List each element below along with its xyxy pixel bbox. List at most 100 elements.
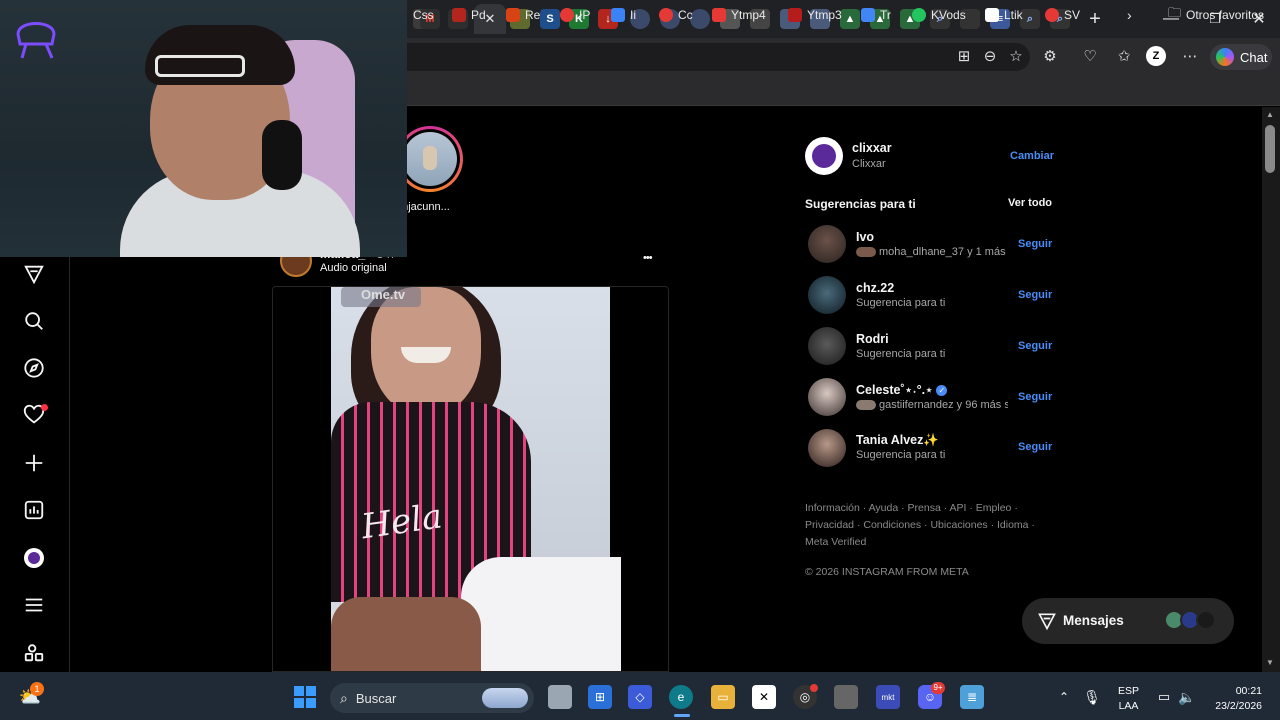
suggestion-avatar[interactable]	[808, 429, 846, 467]
current-user-avatar[interactable]	[805, 137, 843, 175]
bookmark-icon	[452, 8, 466, 22]
dashboard-icon[interactable]	[22, 498, 46, 522]
store-icon[interactable]: ⊞	[588, 685, 612, 709]
new-tab-button[interactable]: +	[1084, 8, 1106, 30]
menu-hamburger-icon[interactable]	[22, 593, 46, 617]
scroll-down-icon[interactable]: ▼	[1266, 658, 1274, 667]
favorite-star-icon[interactable]: ☆	[1006, 46, 1026, 66]
zoom-icon[interactable]: ⊖	[980, 46, 1000, 66]
suggestion-avatar[interactable]	[808, 327, 846, 365]
explore-icon[interactable]	[22, 356, 46, 380]
windows-start-icon[interactable]	[293, 685, 317, 709]
bookmark-pd[interactable]: Pd	[452, 6, 486, 24]
other-favorites[interactable]: 🗀 Otros favoritos	[1168, 5, 1264, 24]
capcut-icon[interactable]: ✕	[752, 685, 776, 709]
suggestion-username[interactable]: Rodri	[856, 332, 889, 346]
suggestion-username[interactable]: Tania Alvez✨	[856, 433, 939, 448]
chat-label: Chat	[1240, 49, 1268, 65]
tab-icon[interactable]	[690, 9, 710, 29]
search-placeholder: Buscar	[355, 690, 397, 706]
footer-links-2[interactable]: Privacidad · Condiciones · Ubicaciones ·…	[805, 519, 1035, 531]
bookmark-label: Cc	[678, 8, 693, 22]
story-avatar[interactable]	[403, 132, 457, 186]
bookmark-sv[interactable]: SV	[1045, 6, 1080, 24]
favorites-icon[interactable]: ✩	[1114, 46, 1134, 66]
also-from-meta-icon[interactable]	[22, 641, 46, 665]
suggestion-avatar[interactable]	[808, 378, 846, 416]
url-input[interactable]	[380, 43, 1030, 71]
taskbar-search[interactable]: ⌕ Buscar	[330, 683, 534, 713]
messages-label: Mensajes	[1063, 613, 1124, 628]
extensions-icon[interactable]: ⚙	[1040, 46, 1060, 66]
suggestion-subtitle-text: moha_dlhane_37 y 1 más sigu	[879, 246, 1008, 258]
suggestion-username[interactable]: chz.22	[856, 281, 894, 295]
threads-send-icon[interactable]	[22, 262, 46, 286]
bookmark-css[interactable]: Css	[413, 6, 434, 24]
keyboard-layout: LAA	[1118, 700, 1139, 712]
page-scrollbar[interactable]	[1262, 107, 1280, 672]
file-explorer-icon[interactable]: ▭	[711, 685, 735, 709]
bookmark-re[interactable]: Re	[506, 6, 540, 24]
footer-links-1[interactable]: Información · Ayuda · Prensa · API · Emp…	[805, 502, 1018, 514]
notepad-icon[interactable]: ≣	[960, 685, 984, 709]
suggestion-username-text[interactable]: Celeste˚⋆˖°.⋆	[856, 383, 933, 397]
post-more-options[interactable]: •••	[643, 252, 653, 264]
microphone-icon[interactable]: 🎙	[1080, 685, 1104, 709]
bookmark-icon	[861, 8, 875, 22]
bookmark-cc[interactable]: Cc	[659, 6, 693, 24]
bookmark-icon	[611, 8, 625, 22]
app-icon[interactable]	[834, 685, 858, 709]
app-icon[interactable]: mkt	[876, 685, 900, 709]
follow-button[interactable]: Seguir	[1018, 289, 1052, 301]
volume-icon[interactable]: 🔈	[1175, 685, 1199, 709]
app-install-icon[interactable]: ⊞	[954, 46, 974, 66]
suggestion-subtitle: gastiifernandez y 96 más sigu	[856, 399, 1008, 411]
bookmark-ytmp4[interactable]: Ytmp4	[712, 6, 766, 24]
suggestion-username[interactable]: Celeste˚⋆˖°.⋆ ✓	[856, 382, 948, 397]
follow-button[interactable]: Seguir	[1018, 340, 1052, 352]
task-view-icon[interactable]	[548, 685, 572, 709]
follow-button[interactable]: Seguir	[1018, 391, 1052, 403]
bookmarks-overflow-icon[interactable]: ›	[1127, 6, 1132, 24]
search-icon[interactable]	[22, 309, 46, 333]
suggestion-username[interactable]: Ivo	[856, 230, 874, 244]
drive-tab-icon[interactable]: ▲	[840, 9, 860, 29]
clock[interactable]: 00:21 23/2/2026	[1206, 684, 1262, 714]
profile-icon[interactable]: Z	[1146, 46, 1166, 66]
see-all-link[interactable]: Ver todo	[1008, 197, 1052, 209]
create-plus-icon[interactable]	[22, 451, 46, 475]
profile-avatar-icon[interactable]	[22, 546, 46, 570]
more-menu-icon[interactable]: ⋯	[1180, 46, 1200, 66]
bookmark-icon	[1045, 8, 1059, 22]
follow-button[interactable]: Seguir	[1018, 238, 1052, 250]
language-indicator[interactable]: ESP LAA	[1118, 684, 1139, 714]
scroll-up-icon[interactable]: ▲	[1266, 110, 1274, 119]
search-highlight-image	[482, 688, 528, 708]
current-username[interactable]: clixxar	[852, 141, 892, 155]
network-icon[interactable]: ▭	[1152, 685, 1176, 709]
app-icon[interactable]: ◇	[628, 685, 652, 709]
performance-icon[interactable]: ♡	[1080, 46, 1100, 66]
bookmark-tr[interactable]: Tr	[861, 6, 891, 24]
suggestion-avatar[interactable]	[808, 276, 846, 314]
switch-account-link[interactable]: Cambiar	[1010, 150, 1054, 162]
bookmark-kvods[interactable]: KVods	[912, 6, 966, 24]
bookmark-icon	[712, 8, 726, 22]
edge-browser-icon[interactable]: e	[669, 685, 693, 709]
post-audio[interactable]: Audio original	[320, 262, 387, 274]
search-tab-icon[interactable]: ⌕	[1020, 9, 1040, 29]
tab-icon[interactable]: S	[540, 9, 560, 29]
scrollbar-thumb[interactable]	[1265, 125, 1275, 173]
bookmark-ip[interactable]: IP	[560, 6, 590, 24]
suggestion-avatar[interactable]	[808, 225, 846, 263]
bookmark-ltik[interactable]: Ltik	[985, 6, 1023, 24]
copilot-chat-button[interactable]: Chat	[1210, 44, 1272, 70]
footer-links-3[interactable]: Meta Verified	[805, 536, 866, 548]
bookmark-ii[interactable]: Ii	[611, 6, 636, 24]
bookmark-label: Ytmp4	[731, 8, 766, 22]
tray-overflow-icon[interactable]: ⌃	[1052, 685, 1076, 709]
clock-date: 23/2/2026	[1215, 700, 1262, 712]
follow-button[interactable]: Seguir	[1018, 441, 1052, 453]
bookmark-ytmp3[interactable]: Ytmp3	[788, 6, 842, 24]
post-media[interactable]: Hela Ome.tv	[272, 286, 669, 672]
